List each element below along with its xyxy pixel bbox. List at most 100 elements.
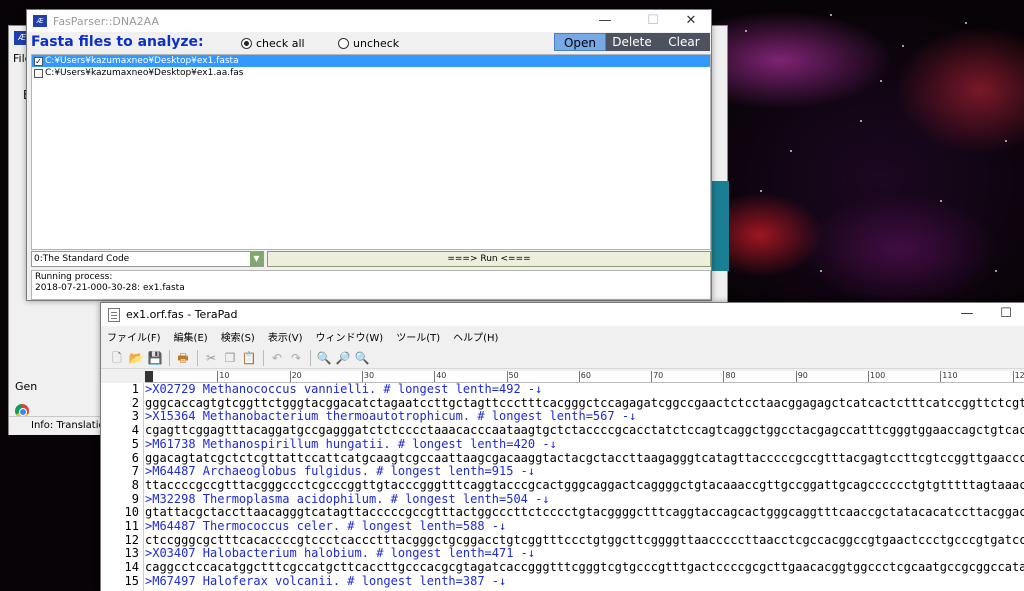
sequence-line[interactable]: cgagttcggagtttacaggatgccgagggatctctcccct… — [145, 423, 1024, 438]
ruler-mark: 50 — [506, 371, 519, 382]
menu-file[interactable]: ファイル(F) — [107, 329, 161, 344]
newline-marker-icon: ↓ — [527, 464, 536, 479]
find-next-icon[interactable]: 🔎 — [335, 350, 351, 366]
maximize-button[interactable]: ☐ — [990, 303, 1022, 325]
open-folder-icon[interactable]: 📂 — [128, 350, 144, 366]
newline-marker-icon: ↓ — [629, 409, 637, 424]
minimize-button[interactable]: — — [951, 303, 983, 325]
save-icon[interactable]: 💾 — [147, 350, 163, 366]
close-button[interactable]: ✕ — [675, 10, 707, 32]
sequence-line[interactable]: gggcaccagtgtcggttctgggtacggacatctagaatcc… — [145, 396, 1024, 411]
fasparser-window[interactable]: Æ FasParser::DNA2AA — ☐ ✕ Fasta files to… — [26, 9, 712, 301]
ruler-mark: 60 — [578, 371, 591, 382]
run-button[interactable]: ===> Run <=== — [267, 251, 711, 267]
fasta-header-line[interactable]: >X15364 Methanobacterium thermoautotroph… — [145, 410, 636, 424]
line-number: 14 — [124, 560, 139, 575]
menu-edit[interactable]: 編集(E) — [174, 329, 208, 344]
file-checkbox[interactable]: ✓ — [34, 56, 43, 66]
line-text: gtattacgctaccttaacagggtcatagttacccccgccg… — [145, 505, 1024, 520]
open-button[interactable]: Open — [554, 33, 606, 51]
newline-marker-icon: ↓ — [499, 519, 507, 533]
radio-uncheck-dot[interactable] — [338, 38, 349, 49]
redo-icon[interactable]: ↷ — [288, 350, 304, 366]
line-number: 2 — [131, 395, 139, 410]
ruler-mark: 80 — [723, 371, 736, 382]
ruler-mark: 110 — [940, 371, 958, 382]
newline-marker-icon: ↓ — [499, 573, 507, 588]
line-number: 11 — [124, 519, 139, 533]
print-icon[interactable]: 🖶 — [175, 350, 191, 366]
sequence-line[interactable]: ggacagtatcgctctcgttattccattcatgcaagtcgcc… — [145, 450, 1024, 466]
chevron-down-icon[interactable]: ▼ — [250, 252, 263, 266]
line-number: 4 — [131, 423, 139, 438]
toolbar-separator — [310, 349, 311, 366]
file-path: C:¥Users¥kazumaxneo¥Desktop¥ex1.fasta — [45, 56, 239, 66]
cut-icon[interactable]: ✂ — [203, 350, 219, 366]
line-number: 8 — [131, 477, 139, 492]
toolbar-separator — [169, 349, 170, 366]
file-list-item[interactable]: ✓ C:¥Users¥kazumaxneo¥Desktop¥ex1.fasta — [32, 55, 710, 67]
line-text: ggacagtatcgctctcgttattccattcatgcaagtcgcc… — [145, 450, 1024, 465]
genetic-code-value: 0:The Standard Code — [34, 254, 130, 264]
paste-icon[interactable]: 📋 — [241, 350, 257, 366]
newline-marker-icon: ↓ — [542, 491, 550, 506]
line-number: 3 — [131, 409, 139, 424]
delete-button[interactable]: Delete — [606, 33, 658, 51]
sequence-line[interactable]: ttaccccgccgtttacgggccctcgcccggttgtacccgg… — [145, 478, 1024, 493]
file-checkbox[interactable] — [34, 68, 43, 78]
radio-uncheck[interactable]: uncheck — [338, 37, 399, 50]
find-prev-icon[interactable]: 🔍 — [354, 350, 370, 366]
radio-check-all-dot[interactable] — [241, 38, 252, 49]
terapad-titlebar[interactable]: ex1.orf.fas - TeraPad — ☐ — [101, 303, 1024, 326]
fasta-header-line[interactable]: >M64487 Archaeoglobus fulgidus. # longes… — [145, 464, 536, 479]
file-list-item[interactable]: C:¥Users¥kazumaxneo¥Desktop¥ex1.aa.fas — [32, 67, 710, 79]
bg-teal-panel — [709, 181, 729, 271]
copy-icon[interactable]: ❐ — [222, 350, 238, 366]
maximize-button[interactable]: ☐ — [637, 10, 669, 32]
ruler-mark: 90 — [795, 371, 808, 382]
line-text: ctccgggcgctttcacaccccgtccctcaccctttacggg… — [145, 532, 1024, 547]
line-number: 15 — [124, 573, 139, 588]
line-number: 1 — [131, 382, 139, 396]
new-file-icon[interactable]: 🗋 — [109, 350, 125, 366]
sequence-line[interactable]: caggcctccacatggctttcgccatgcttcaccttgccca… — [145, 560, 1024, 575]
fasta-header-line[interactable]: >X03407 Halobacterium halobium. # longes… — [145, 547, 535, 561]
sequence-line[interactable]: ctccgggcgctttcacaccccgtccctcaccctttacggg… — [145, 532, 1024, 548]
menu-tools[interactable]: ツール(T) — [396, 329, 440, 344]
fasta-header-line[interactable]: >M61738 Methanospirillum hungatii. # lon… — [145, 437, 557, 452]
fasta-header-line[interactable]: >M64487 Thermococcus celer. # longest le… — [145, 519, 507, 534]
sequence-line[interactable]: gtattacgctaccttaacagggtcatagttacccccgccg… — [145, 505, 1024, 520]
fasta-header-line[interactable]: >X02729 Methanococcus vannielli. # longe… — [145, 383, 542, 397]
terapad-title: ex1.orf.fas - TeraPad — [126, 308, 238, 321]
fasparser-titlebar[interactable]: Æ FasParser::DNA2AA — ☐ ✕ — [27, 10, 711, 32]
line-text: >M64487 Thermococcus celer. # longest le… — [145, 519, 500, 533]
minimize-button[interactable]: — — [589, 10, 621, 32]
run-controls: 0:The Standard Code ▼ ===> Run <=== — [31, 251, 711, 268]
terapad-window[interactable]: ex1.orf.fas - TeraPad — ☐ ファイル(F) 編集(E) … — [100, 302, 1024, 591]
menu-window[interactable]: ウィンドウ(W) — [316, 329, 384, 344]
radio-check-all[interactable]: check all — [241, 37, 305, 50]
find-icon[interactable]: 🔍 — [316, 350, 332, 366]
menu-help[interactable]: ヘルプ(H) — [453, 329, 498, 344]
undo-icon[interactable]: ↶ — [269, 350, 285, 366]
text-editor[interactable]: >X02729 Methanococcus vannielli. # longe… — [145, 383, 1024, 591]
ruler-mark: 120 — [1012, 371, 1024, 382]
column-ruler: 10 20 30 40 50 60 70 80 90 100 110 120 — [145, 371, 1024, 383]
fasta-file-list[interactable]: ✓ C:¥Users¥kazumaxneo¥Desktop¥ex1.fasta … — [31, 54, 711, 250]
fasparser-app-icon: Æ — [33, 15, 47, 27]
fasta-files-heading: Fasta files to analyze: — [31, 34, 204, 50]
line-number: 10 — [124, 505, 139, 520]
process-log[interactable]: Running process: 2018-07-21-000-30-28: e… — [31, 270, 711, 300]
toolbar-separator — [263, 349, 264, 366]
fasta-header-line[interactable]: >M67497 Haloferax volcanii. # longest le… — [145, 573, 507, 589]
line-number: 13 — [124, 546, 139, 561]
genetic-code-select[interactable]: 0:The Standard Code ▼ — [31, 251, 264, 267]
line-number: 5 — [131, 436, 139, 451]
clear-button[interactable]: Clear — [658, 33, 710, 51]
fasta-header-line[interactable]: >M32298 Thermoplasma acidophilum. # long… — [145, 491, 550, 507]
notepad-icon — [108, 307, 120, 322]
line-text: >X15364 Methanobacterium thermoautotroph… — [145, 409, 630, 424]
menu-search[interactable]: 検索(S) — [221, 329, 255, 344]
line-text: cgagttcggagtttacaggatgccgagggatctctcccct… — [145, 423, 1024, 438]
menu-view[interactable]: 表示(V) — [268, 329, 303, 344]
